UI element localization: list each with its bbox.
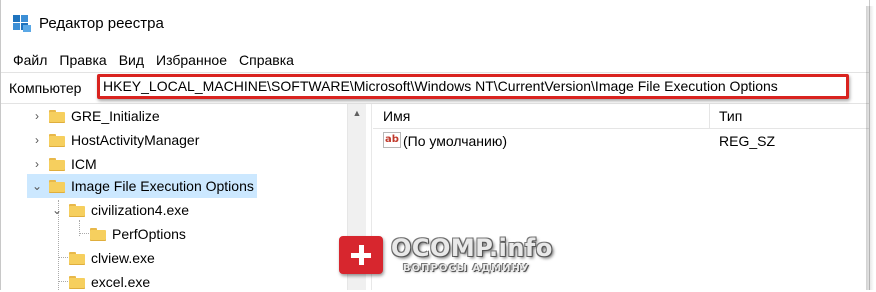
tree-item-label: GRE_Initialize xyxy=(71,108,160,124)
ocomp-watermark: OCOMP.info ВОПРОСЫ АДМИНУ xyxy=(339,234,559,278)
menu-favorites[interactable]: Избранное xyxy=(150,50,233,70)
window-title: Редактор реестра xyxy=(39,15,164,32)
menu-view[interactable]: Вид xyxy=(113,50,150,70)
tree-guide-line xyxy=(58,257,68,258)
tree-guide-line xyxy=(58,281,68,282)
string-value-icon: ab xyxy=(383,132,401,148)
folder-icon xyxy=(90,227,106,241)
tree-item-label: civilization4.exe xyxy=(91,202,190,218)
tree-item-selected[interactable]: ⌄ Image File Execution Options xyxy=(27,174,257,198)
address-path-input[interactable]: HKEY_LOCAL_MACHINE\SOFTWARE\Microsoft\Wi… xyxy=(97,74,849,99)
tree-item-label: clview.exe xyxy=(91,250,155,266)
tree-item-label: PerfOptions xyxy=(112,226,186,242)
scroll-up-arrow-icon[interactable]: ▲ xyxy=(348,104,366,122)
folder-icon xyxy=(69,251,85,265)
folder-icon xyxy=(69,275,85,289)
folder-icon xyxy=(49,179,65,193)
list-header: Имя Тип xyxy=(373,104,869,129)
watermark-subtitle: ВОПРОСЫ АДМИНУ xyxy=(403,263,530,274)
menu-edit[interactable]: Правка xyxy=(53,50,112,70)
tree-item[interactable]: excel.exe xyxy=(69,270,150,290)
tree-item-label: Image File Execution Options xyxy=(71,178,254,194)
tree-item[interactable]: › HostActivityManager xyxy=(31,128,199,152)
column-header-type[interactable]: Тип xyxy=(719,108,742,124)
title-bar: Редактор реестра xyxy=(1,0,869,44)
value-type: REG_SZ xyxy=(719,133,776,149)
menu-bar: Файл Правка Вид Избранное Справка xyxy=(7,50,300,70)
column-header-name[interactable]: Имя xyxy=(383,108,410,124)
folder-icon xyxy=(69,203,85,217)
tree-item-label: excel.exe xyxy=(91,274,151,290)
tree-item-label: HostActivityManager xyxy=(71,132,200,148)
folder-icon xyxy=(49,133,65,147)
list-item[interactable]: ab (По умолчанию) REG_SZ xyxy=(373,130,869,152)
registry-editor-window: Редактор реестра Файл Правка Вид Избранн… xyxy=(0,0,870,290)
chevron-right-icon[interactable]: › xyxy=(31,109,43,123)
chevron-right-icon[interactable]: › xyxy=(31,157,43,171)
tree-guide-line xyxy=(79,233,89,234)
tree-item[interactable]: › GRE_Initialize xyxy=(31,104,160,128)
watermark-title: OCOMP.info xyxy=(391,234,553,262)
address-bar: Компьютер HKEY_LOCAL_MACHINE\SOFTWARE\Mi… xyxy=(1,72,869,104)
value-name: (По умолчанию) xyxy=(403,133,508,149)
plus-badge-icon xyxy=(339,236,383,274)
tree-item[interactable]: › ICM xyxy=(31,152,97,176)
tree-item[interactable]: PerfOptions xyxy=(90,222,186,246)
registry-editor-icon xyxy=(13,15,31,32)
chevron-right-icon[interactable]: › xyxy=(31,133,43,147)
folder-icon xyxy=(49,109,65,123)
tree-item[interactable]: ⌄ civilization4.exe xyxy=(51,198,189,222)
chevron-down-icon[interactable]: ⌄ xyxy=(31,179,43,193)
column-divider[interactable] xyxy=(709,104,710,128)
tree-item-label: ICM xyxy=(71,156,97,172)
menu-help[interactable]: Справка xyxy=(233,50,300,70)
address-label: Компьютер xyxy=(9,80,82,96)
registry-tree: › GRE_Initialize › HostActivityManager ›… xyxy=(1,104,347,290)
menu-file[interactable]: Файл xyxy=(7,50,53,70)
window-shadow xyxy=(866,6,874,290)
folder-icon xyxy=(49,157,65,171)
tree-item[interactable]: clview.exe xyxy=(69,246,155,270)
chevron-down-icon[interactable]: ⌄ xyxy=(51,203,63,217)
